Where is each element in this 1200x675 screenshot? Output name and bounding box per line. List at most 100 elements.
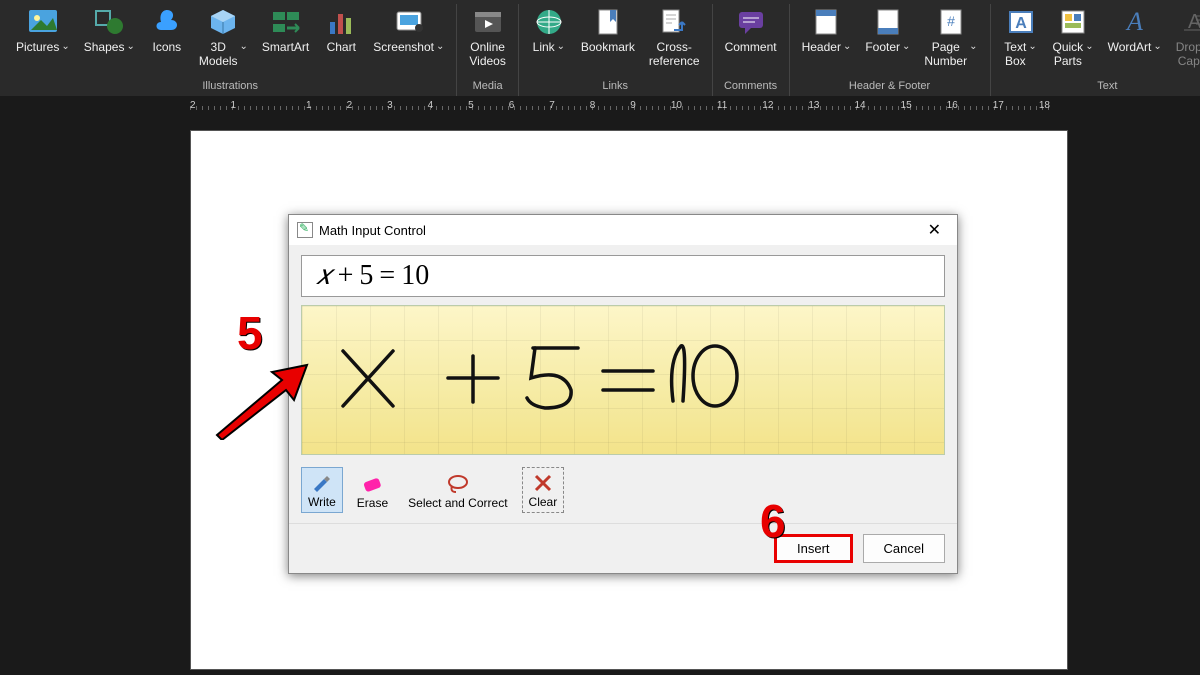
math-input-icon: [297, 222, 313, 238]
dropcap-icon: A: [1178, 6, 1200, 38]
video-icon: [472, 6, 504, 38]
label: Online Videos: [469, 40, 505, 68]
smartart-button[interactable]: SmartArt: [256, 4, 315, 70]
equation-preview: 𝑥+5=10: [301, 255, 945, 297]
pictures-icon: [27, 6, 59, 38]
textbox-button[interactable]: A Text Box⌄: [997, 4, 1045, 70]
pagenumber-icon: #: [935, 6, 967, 38]
chart-button[interactable]: Chart: [317, 4, 365, 70]
annotation-arrow: [212, 360, 312, 440]
footer-icon: [872, 6, 904, 38]
group-text: A Text Box⌄ Quick Parts⌄ A WordArt⌄ A Dr…: [991, 4, 1200, 96]
eraser-icon: [360, 472, 384, 494]
label: WordArt: [1108, 40, 1152, 54]
group-label: Comments: [724, 78, 777, 96]
annotation-step-5: 5: [237, 306, 263, 360]
label: Write: [308, 495, 336, 509]
wordart-button[interactable]: A WordArt⌄: [1102, 4, 1168, 70]
group-label: Links: [602, 78, 628, 96]
label: 3D Models: [199, 40, 238, 68]
bookmark-icon: [592, 6, 624, 38]
annotation-step-6: 6: [760, 494, 786, 548]
svg-text:#: #: [947, 13, 955, 29]
group-media: Online Videos Media: [457, 4, 518, 96]
select-correct-tool[interactable]: Select and Correct: [402, 469, 513, 513]
textbox-icon: A: [1005, 6, 1037, 38]
pen-icon: [310, 471, 334, 493]
close-button[interactable]: ✕: [920, 218, 949, 242]
lasso-icon: [446, 472, 470, 494]
shapes-button[interactable]: Shapes⌄: [78, 4, 141, 70]
screenshot-icon: [393, 6, 425, 38]
quickparts-icon: [1057, 6, 1089, 38]
label: Bookmark: [581, 40, 635, 68]
ribbon: Pictures⌄ Shapes⌄ Icons 3D Models⌄ Smart…: [0, 0, 1200, 96]
group-label: Illustrations: [202, 78, 258, 96]
onlinevideos-button[interactable]: Online Videos: [463, 4, 511, 70]
footer-button[interactable]: Footer⌄: [859, 4, 916, 70]
erase-tool[interactable]: Erase: [351, 469, 394, 513]
dialog-toolbar: Write Erase Select and Correct Clear: [289, 463, 957, 523]
3dmodels-button[interactable]: 3D Models⌄: [193, 4, 254, 70]
cancel-button[interactable]: Cancel: [863, 534, 945, 563]
clear-icon: [531, 471, 555, 493]
header-icon: [810, 6, 842, 38]
dialog-title: Math Input Control: [319, 223, 426, 238]
link-icon: [533, 6, 565, 38]
label: Pictures: [16, 40, 59, 54]
pictures-button[interactable]: Pictures⌄: [10, 4, 76, 70]
dialog-titlebar[interactable]: Math Input Control ✕: [289, 215, 957, 245]
label: Drop Cap: [1176, 40, 1200, 68]
quickparts-button[interactable]: Quick Parts⌄: [1047, 4, 1100, 70]
clear-tool[interactable]: Clear: [522, 467, 565, 513]
label: Link: [533, 40, 555, 54]
group-label: Media: [473, 78, 503, 96]
label: Select and Correct: [408, 496, 507, 510]
screenshot-button[interactable]: Screenshot⌄: [367, 4, 450, 70]
svg-text:A: A: [1125, 7, 1143, 36]
label: Chart: [327, 40, 356, 68]
label: Header: [802, 40, 841, 54]
group-label: Header & Footer: [849, 78, 930, 96]
label: Text Box: [1004, 40, 1026, 68]
label: Footer: [865, 40, 900, 54]
pagenumber-button[interactable]: # Page Number⌄: [918, 4, 983, 70]
crossref-button[interactable]: Cross- reference: [643, 4, 706, 70]
dropcap-button[interactable]: A Drop Cap⌄: [1170, 4, 1200, 70]
math-input-dialog: Math Input Control ✕ 𝑥+5=10: [288, 214, 958, 574]
group-headerfooter: Header⌄ Footer⌄ # Page Number⌄ Header & …: [790, 4, 991, 96]
shapes-icon: [93, 6, 125, 38]
icons-button[interactable]: Icons: [143, 4, 191, 70]
comment-button[interactable]: Comment: [719, 4, 783, 70]
group-illustrations: Pictures⌄ Shapes⌄ Icons 3D Models⌄ Smart…: [4, 4, 457, 96]
handwriting-canvas[interactable]: [301, 305, 945, 455]
label: Erase: [357, 496, 388, 510]
label: Icons: [153, 40, 182, 68]
insert-button[interactable]: Insert: [774, 534, 853, 563]
bookmark-button[interactable]: Bookmark: [575, 4, 641, 70]
crossref-icon: [658, 6, 690, 38]
wordart-icon: A: [1119, 6, 1151, 38]
write-tool[interactable]: Write: [301, 467, 343, 513]
header-button[interactable]: Header⌄: [796, 4, 858, 70]
cube-icon: [207, 6, 239, 38]
comment-icon: [735, 6, 767, 38]
chart-icon: [325, 6, 357, 38]
icons-icon: [151, 6, 183, 38]
ruler[interactable]: 21123456789101112131415161718: [190, 100, 1050, 116]
label: Page Number: [924, 40, 967, 68]
label: Shapes: [84, 40, 125, 54]
group-label: Text: [1097, 78, 1117, 96]
label: SmartArt: [262, 40, 309, 68]
svg-text:A: A: [1015, 15, 1027, 32]
label: Screenshot: [373, 40, 434, 54]
label: Clear: [529, 495, 558, 509]
label: Cross- reference: [649, 40, 700, 68]
group-links: Link⌄ Bookmark Cross- reference Links: [519, 4, 713, 96]
group-comments: Comment Comments: [713, 4, 790, 96]
smartart-icon: [270, 6, 302, 38]
link-button[interactable]: Link⌄: [525, 4, 573, 70]
label: Comment: [725, 40, 777, 68]
dialog-button-bar: Insert Cancel: [289, 523, 957, 573]
label: Quick Parts: [1053, 40, 1084, 68]
